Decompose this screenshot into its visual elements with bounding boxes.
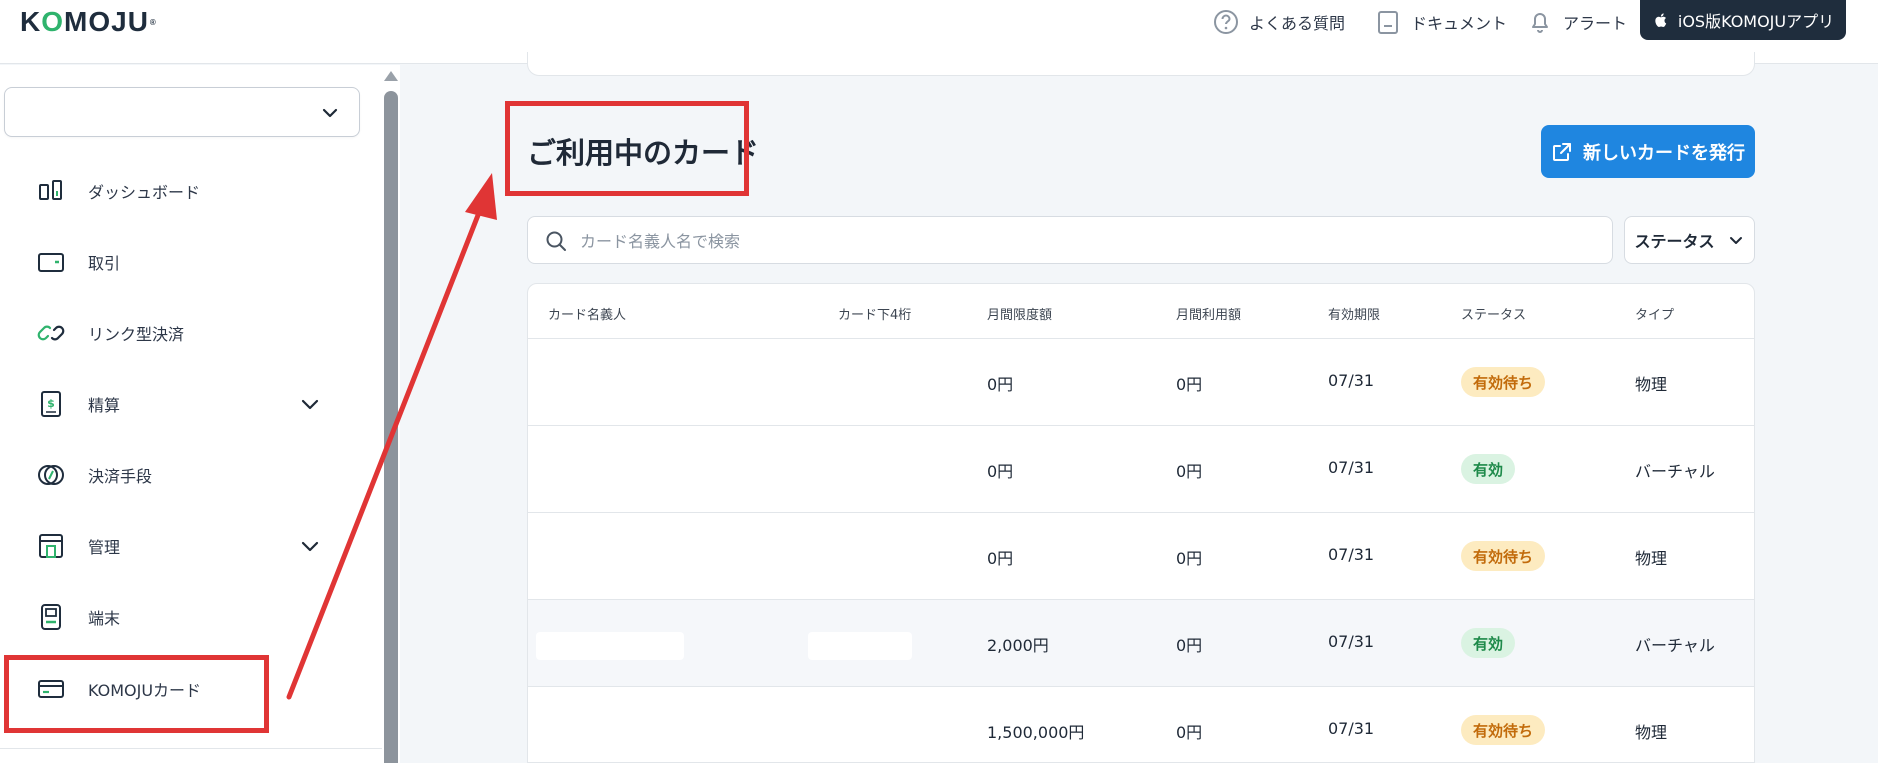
cell-used: 0円 bbox=[1176, 636, 1203, 655]
cardholder-search[interactable] bbox=[527, 216, 1613, 264]
cell-type: 物理 bbox=[1635, 723, 1668, 742]
table-row[interactable]: 2,000円 0円 07/31 有効 バーチャル bbox=[528, 600, 1754, 687]
status-badge: 有効待ち bbox=[1461, 367, 1546, 397]
sidebar-item-payment-methods[interactable]: 決済手段 bbox=[0, 445, 360, 505]
cell-used: 0円 bbox=[1176, 549, 1203, 568]
komoju-logo[interactable]: K O MOJU ® bbox=[20, 6, 157, 38]
issue-new-card-button[interactable]: 新しいカードを発行 bbox=[1541, 125, 1755, 178]
cell-expiry: 07/31 bbox=[1328, 632, 1375, 651]
alerts-label: アラート bbox=[1563, 14, 1628, 33]
ios-app-button[interactable]: iOS版KOMOJUアプリ bbox=[1640, 0, 1846, 40]
table-row[interactable]: 0円 0円 07/31 有効待ち 物理 bbox=[528, 513, 1754, 600]
sidebar-item-dashboard[interactable]: ダッシュボード bbox=[0, 161, 360, 221]
sidebar-item-terminals[interactable]: 端末 bbox=[0, 587, 360, 647]
wallet-icon bbox=[38, 253, 64, 272]
status-badge: 有効 bbox=[1461, 628, 1516, 658]
help-circle-icon bbox=[1214, 10, 1238, 34]
ios-app-label: iOS版KOMOJUアプリ bbox=[1677, 12, 1835, 31]
alerts-link[interactable]: アラート bbox=[1526, 0, 1627, 44]
apple-icon bbox=[1655, 13, 1667, 28]
sidebar-item-label: ダッシュボード bbox=[88, 183, 201, 202]
sidebar-item-payment-links[interactable]: リンク型決済 bbox=[0, 303, 360, 363]
cell-limit: 0円 bbox=[987, 549, 1014, 568]
svg-text:$: $ bbox=[47, 397, 55, 410]
table-row[interactable]: 0円 0円 07/31 有効 バーチャル bbox=[528, 426, 1754, 513]
sidebar-item-label: 精算 bbox=[88, 396, 121, 415]
link-icon bbox=[37, 325, 65, 341]
cell-expiry: 07/31 bbox=[1328, 719, 1375, 738]
cell-expiry: 07/31 bbox=[1328, 545, 1375, 564]
faq-link[interactable]: よくある質問 bbox=[1212, 0, 1345, 44]
previous-card-panel bbox=[527, 52, 1755, 76]
column-header-last4[interactable]: カード下4桁 bbox=[838, 304, 911, 323]
column-header-limit[interactable]: 月間限度額 bbox=[987, 304, 1052, 323]
column-header-status[interactable]: ステータス bbox=[1461, 304, 1526, 323]
external-link-icon bbox=[1553, 142, 1571, 161]
cell-limit: 0円 bbox=[987, 375, 1014, 394]
status-badge: 有効待ち bbox=[1461, 715, 1546, 745]
payment-methods-icon bbox=[38, 465, 64, 485]
sidebar-item-label: 決済手段 bbox=[88, 467, 153, 486]
table-row[interactable]: 0円 0円 07/31 有効待ち 物理 bbox=[528, 339, 1754, 426]
cell-type: 物理 bbox=[1635, 549, 1668, 568]
column-header-holder[interactable]: カード名義人 bbox=[548, 304, 626, 323]
sidebar-item-transactions[interactable]: 取引 bbox=[0, 232, 360, 292]
bell-icon bbox=[1532, 13, 1548, 33]
sidebar-item-settlements[interactable]: $ 精算 bbox=[0, 374, 360, 434]
cell-used: 0円 bbox=[1176, 462, 1203, 481]
status-badge: 有効待ち bbox=[1461, 541, 1546, 571]
docs-link[interactable]: ドキュメント bbox=[1374, 0, 1507, 44]
table-header: カード名義人 カード下4桁 月間限度額 月間利用額 有効期限 ステータス タイプ bbox=[528, 284, 1754, 339]
status-filter-label: ステータス bbox=[1634, 232, 1715, 251]
redacted-holder bbox=[536, 632, 684, 660]
cell-type: バーチャル bbox=[1635, 462, 1715, 481]
cell-expiry: 07/31 bbox=[1328, 458, 1375, 477]
cell-type: バーチャル bbox=[1635, 636, 1715, 655]
cards-table: カード名義人 カード下4桁 月間限度額 月間利用額 有効期限 ステータス タイプ… bbox=[527, 283, 1755, 763]
sidebar-item-label: 取引 bbox=[88, 254, 121, 273]
column-header-expiry[interactable]: 有効期限 bbox=[1328, 304, 1380, 323]
dashboard-icon bbox=[39, 180, 62, 200]
annotation-box-sidebar-card bbox=[4, 655, 269, 733]
cell-expiry: 07/31 bbox=[1328, 371, 1375, 390]
sidebar-item-management[interactable]: 管理 bbox=[0, 516, 360, 576]
annotation-box-title bbox=[505, 101, 749, 196]
cell-limit: 2,000円 bbox=[987, 636, 1049, 655]
search-icon bbox=[546, 231, 566, 251]
account-select[interactable] bbox=[4, 87, 360, 137]
column-header-used[interactable]: 月間利用額 bbox=[1176, 304, 1241, 323]
issue-new-card-label: 新しいカードを発行 bbox=[1583, 142, 1745, 164]
redacted-last4 bbox=[808, 632, 912, 660]
cell-limit: 1,500,000円 bbox=[987, 723, 1085, 742]
table-row[interactable]: 1,500,000円 0円 07/31 有効待ち 物理 bbox=[528, 687, 1754, 762]
cell-used: 0円 bbox=[1176, 375, 1203, 394]
faq-label: よくある質問 bbox=[1249, 14, 1346, 33]
chevron-down-icon[interactable] bbox=[298, 534, 322, 558]
column-header-type[interactable]: タイプ bbox=[1635, 304, 1674, 323]
sidebar-item-label: 管理 bbox=[88, 538, 121, 557]
sidebar-scrollbar-thumb[interactable] bbox=[384, 91, 398, 763]
docs-label: ドキュメント bbox=[1411, 14, 1508, 33]
terminal-icon bbox=[41, 604, 61, 630]
sidebar-item-label: リンク型決済 bbox=[88, 325, 185, 344]
status-filter-dropdown[interactable]: ステータス bbox=[1624, 216, 1755, 264]
document-icon bbox=[1378, 11, 1398, 34]
status-badge: 有効 bbox=[1461, 454, 1516, 484]
chevron-down-icon[interactable] bbox=[298, 392, 322, 416]
cell-type: 物理 bbox=[1635, 375, 1668, 394]
sidebar-item-label: 端末 bbox=[88, 609, 121, 628]
cell-used: 0円 bbox=[1176, 723, 1203, 742]
cell-limit: 0円 bbox=[987, 462, 1014, 481]
store-icon bbox=[39, 534, 63, 558]
cardholder-search-input[interactable] bbox=[580, 225, 1590, 257]
scroll-up-arrow[interactable] bbox=[384, 71, 398, 81]
chevron-down-icon bbox=[322, 108, 338, 118]
sidebar-divider bbox=[0, 748, 382, 749]
chevron-down-icon bbox=[1729, 237, 1742, 244]
settlement-icon: $ bbox=[41, 391, 61, 417]
